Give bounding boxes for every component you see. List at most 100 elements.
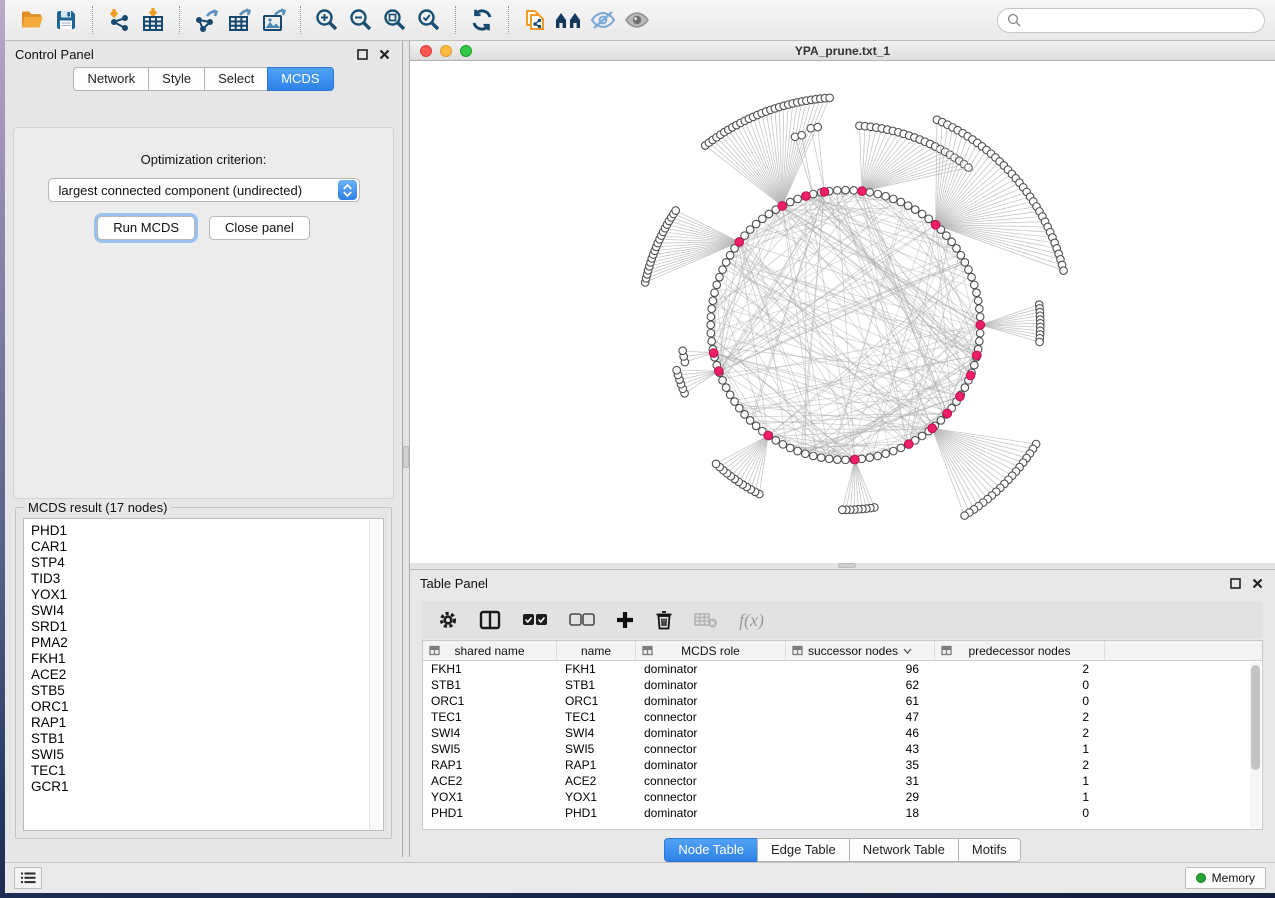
- cell-successors[interactable]: 96: [786, 662, 935, 676]
- cell-role[interactable]: dominator: [636, 806, 786, 820]
- mcds-result-item[interactable]: TID3: [31, 571, 383, 587]
- search-input[interactable]: [1022, 13, 1255, 27]
- cell-name[interactable]: YOX1: [557, 790, 636, 804]
- mcds-result-item[interactable]: SRD1: [31, 619, 383, 635]
- network-search-box[interactable]: [997, 8, 1265, 33]
- cell-predecessors[interactable]: 1: [935, 790, 1105, 804]
- import-network-icon[interactable]: [102, 5, 136, 35]
- column-header-MCDS-role[interactable]: MCDS role: [636, 641, 786, 660]
- copy-network-icon[interactable]: [518, 5, 552, 35]
- criterion-dropdown[interactable]: largest connected component (undirected): [48, 178, 360, 202]
- tab-motifs[interactable]: Motifs: [958, 838, 1021, 862]
- mcds-result-item[interactable]: PMA2: [31, 635, 383, 651]
- zoom-out-icon[interactable]: [344, 5, 378, 35]
- cell-name[interactable]: SWI4: [557, 726, 636, 740]
- zoom-fit-icon[interactable]: [378, 5, 412, 35]
- zoom-in-icon[interactable]: [310, 5, 344, 35]
- cell-predecessors[interactable]: 2: [935, 662, 1105, 676]
- cell-role[interactable]: connector: [636, 790, 786, 804]
- close-panel-button[interactable]: Close panel: [209, 216, 310, 240]
- table-scrollbar-thumb[interactable]: [1251, 665, 1260, 770]
- network-graph[interactable]: [410, 61, 1275, 563]
- settings-gear-icon[interactable]: [438, 610, 458, 630]
- cell-role[interactable]: dominator: [636, 726, 786, 740]
- export-image-icon[interactable]: [257, 5, 291, 35]
- cell-name[interactable]: RAP1: [557, 758, 636, 772]
- mcds-result-list[interactable]: PHD1CAR1STP4TID3YOX1SWI4SRD1PMA2FKH1ACE2…: [23, 518, 384, 831]
- open-file-icon[interactable]: [15, 5, 49, 35]
- cell-name[interactable]: ORC1: [557, 694, 636, 708]
- tab-node-table[interactable]: Node Table: [664, 838, 758, 862]
- float-table-panel-icon[interactable]: [1227, 575, 1243, 591]
- cell-role[interactable]: dominator: [636, 694, 786, 708]
- cell-shared_name[interactable]: TEC1: [423, 710, 557, 724]
- table-row[interactable]: PHD1PHD1dominator180: [423, 805, 1262, 821]
- table-row[interactable]: STB1STB1dominator620: [423, 677, 1262, 693]
- column-header-successor-nodes[interactable]: successor nodes: [786, 641, 935, 660]
- mcds-result-item[interactable]: STB1: [31, 731, 383, 747]
- show-all-icon[interactable]: [620, 5, 654, 35]
- tab-edge-table[interactable]: Edge Table: [757, 838, 850, 862]
- cell-name[interactable]: FKH1: [557, 662, 636, 676]
- table-row[interactable]: FKH1FKH1dominator962: [423, 661, 1262, 677]
- zoom-selected-icon[interactable]: [412, 5, 446, 35]
- mcds-result-item[interactable]: ORC1: [31, 699, 383, 715]
- cell-role[interactable]: connector: [636, 710, 786, 724]
- table-row[interactable]: SWI5SWI5connector431: [423, 741, 1262, 757]
- cell-successors[interactable]: 18: [786, 806, 935, 820]
- add-column-icon[interactable]: [616, 611, 634, 629]
- cell-role[interactable]: dominator: [636, 678, 786, 692]
- close-window-icon[interactable]: [420, 45, 432, 57]
- cell-successors[interactable]: 47: [786, 710, 935, 724]
- tab-network-table[interactable]: Network Table: [849, 838, 959, 862]
- save-session-icon[interactable]: [49, 5, 83, 35]
- refresh-layout-icon[interactable]: [465, 5, 499, 35]
- mcds-result-item[interactable]: TEC1: [31, 763, 383, 779]
- cell-successors[interactable]: 31: [786, 774, 935, 788]
- mcds-result-item[interactable]: STP4: [31, 555, 383, 571]
- cell-predecessors[interactable]: 0: [935, 694, 1105, 708]
- search-networks-icon[interactable]: [552, 5, 586, 35]
- mcds-list-scrollbar[interactable]: [369, 520, 382, 829]
- mcds-result-item[interactable]: YOX1: [31, 587, 383, 603]
- table-scrollbar[interactable]: [1250, 662, 1261, 828]
- cell-shared_name[interactable]: STB1: [423, 678, 557, 692]
- cell-predecessors[interactable]: 2: [935, 710, 1105, 724]
- show-columns-icon[interactable]: [479, 610, 501, 630]
- cell-role[interactable]: connector: [636, 774, 786, 788]
- mcds-result-item[interactable]: GCR1: [31, 779, 383, 795]
- cell-role[interactable]: dominator: [636, 662, 786, 676]
- cell-predecessors[interactable]: 2: [935, 726, 1105, 740]
- cell-predecessors[interactable]: 1: [935, 774, 1105, 788]
- column-header-shared-name[interactable]: shared name: [423, 641, 557, 660]
- deselect-all-rows-icon[interactable]: [569, 613, 595, 627]
- cell-name[interactable]: TEC1: [557, 710, 636, 724]
- import-table-icon[interactable]: [136, 5, 170, 35]
- table-row[interactable]: TEC1TEC1connector472: [423, 709, 1262, 725]
- tab-mcds[interactable]: MCDS: [267, 67, 333, 91]
- cell-predecessors[interactable]: 2: [935, 758, 1105, 772]
- vertical-splitter[interactable]: [403, 41, 410, 857]
- cell-name[interactable]: PHD1: [557, 806, 636, 820]
- tab-style[interactable]: Style: [148, 67, 205, 91]
- cell-name[interactable]: ACE2: [557, 774, 636, 788]
- table-row[interactable]: ORC1ORC1dominator610: [423, 693, 1262, 709]
- tab-network[interactable]: Network: [73, 67, 149, 91]
- maximize-window-icon[interactable]: [460, 45, 472, 57]
- cell-shared_name[interactable]: RAP1: [423, 758, 557, 772]
- column-header-predecessor-nodes[interactable]: predecessor nodes: [935, 641, 1105, 660]
- float-panel-icon[interactable]: [354, 46, 370, 62]
- cell-successors[interactable]: 61: [786, 694, 935, 708]
- cell-successors[interactable]: 62: [786, 678, 935, 692]
- cell-predecessors[interactable]: 0: [935, 678, 1105, 692]
- cell-predecessors[interactable]: 0: [935, 806, 1105, 820]
- cell-shared_name[interactable]: ORC1: [423, 694, 557, 708]
- minimize-window-icon[interactable]: [440, 45, 452, 57]
- network-canvas[interactable]: [410, 61, 1275, 563]
- cell-shared_name[interactable]: ACE2: [423, 774, 557, 788]
- cell-successors[interactable]: 35: [786, 758, 935, 772]
- mcds-result-item[interactable]: FKH1: [31, 651, 383, 667]
- cell-shared_name[interactable]: YOX1: [423, 790, 557, 804]
- cell-shared_name[interactable]: SWI5: [423, 742, 557, 756]
- select-all-rows-icon[interactable]: [522, 613, 548, 627]
